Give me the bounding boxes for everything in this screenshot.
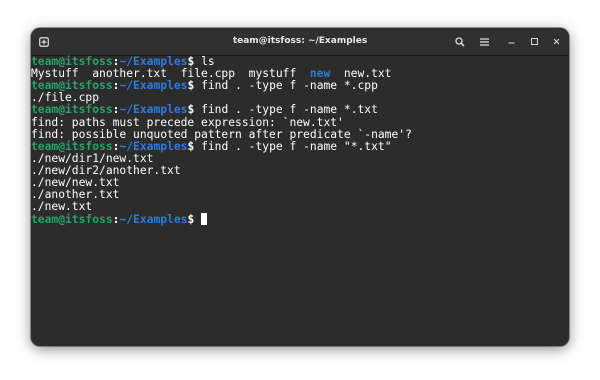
prompt-user-host: team@itsfoss — [31, 213, 113, 227]
maximize-icon[interactable] — [528, 28, 540, 55]
prompt-user-host: team@itsfoss — [31, 103, 113, 117]
minimize-icon[interactable] — [505, 28, 517, 55]
command-text: find . -type f -name "*.txt" — [194, 139, 392, 153]
prompt-user-host: team@itsfoss — [31, 55, 113, 68]
prompt-user-host: team@itsfoss — [31, 79, 113, 93]
command-line: team@itsfoss:~/Examples$ find . -type f … — [31, 104, 378, 116]
command-input[interactable] — [194, 213, 201, 226]
ls-files-tail: new.txt — [330, 67, 392, 81]
ls-files: Mystuff another.txt file.cpp mystuff — [31, 67, 310, 81]
prompt-path: ~/Examples — [119, 213, 188, 227]
ls-directory: new — [309, 67, 331, 81]
prompt-path: ~/Examples — [119, 139, 188, 153]
command-text: find . -type f -name *.cpp — [194, 79, 378, 93]
command-text: find . -type f -name *.txt — [194, 103, 378, 117]
command-text: ls — [194, 55, 215, 68]
text-cursor — [201, 213, 208, 226]
close-icon[interactable] — [550, 28, 562, 55]
terminal-output[interactable]: team@itsfoss:~/Examples$ ls Mystuff anot… — [31, 55, 569, 346]
error-line: find: paths must precede expression: `ne… — [31, 115, 344, 129]
active-prompt-line[interactable]: team@itsfoss:~/Examples$ — [31, 213, 208, 227]
prompt-path: ~/Examples — [119, 55, 188, 68]
prompt-path: ~/Examples — [119, 103, 188, 117]
search-icon[interactable] — [453, 28, 467, 55]
prompt-path: ~/Examples — [119, 79, 188, 93]
hamburger-menu-icon[interactable] — [477, 28, 491, 55]
output-line: ./new/dir1/new.txt — [31, 151, 154, 165]
terminal-window: team@itsfoss: ~/Examples team@itsfoss:~/… — [31, 28, 569, 346]
output-line: ./new.txt — [31, 200, 93, 214]
prompt-user-host: team@itsfoss — [31, 139, 113, 153]
title-bar: team@itsfoss: ~/Examples — [31, 28, 569, 56]
command-line: team@itsfoss:~/Examples$ find . -type f … — [31, 139, 392, 153]
